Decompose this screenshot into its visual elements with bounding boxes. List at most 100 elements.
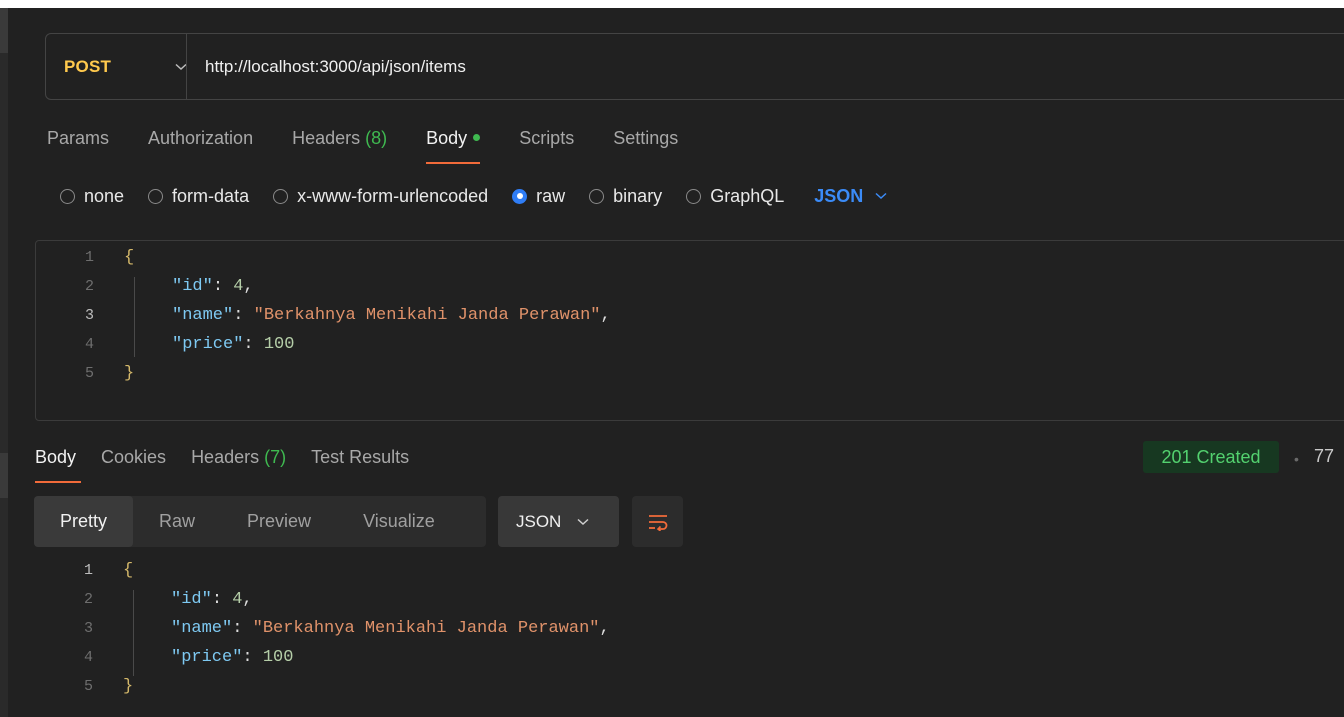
json-punc: , <box>599 619 610 638</box>
code-text: "name": "Berkahnya Menikahi Janda Perawa… <box>171 619 610 638</box>
code-line: 2 "id": 4, <box>36 272 254 301</box>
response-time[interactable]: 77 <box>1314 446 1334 467</box>
left-gutter <box>0 8 8 717</box>
gutter-mark <box>0 8 8 53</box>
json-key: "name" <box>172 306 234 325</box>
tab-response-headers[interactable]: Headers (7) <box>191 443 286 483</box>
code-text: { <box>124 248 135 267</box>
code-text: "price": 100 <box>171 648 294 667</box>
radio-icon <box>60 188 75 204</box>
code-text: "id": 4, <box>172 277 254 296</box>
tab-settings[interactable]: Settings <box>613 124 678 164</box>
option-label: GraphQL <box>710 185 785 206</box>
code-line: 3 "name": "Berkahnya Menikahi Janda Pera… <box>35 614 610 643</box>
line-number: 1 <box>83 562 93 579</box>
request-body-editor[interactable]: 1 { 2 "id": 4, 3 "name": "Berkahnya Meni… <box>35 240 1344 421</box>
json-punc: , <box>600 306 611 325</box>
url-divider <box>186 33 187 100</box>
response-body-viewer[interactable]: 1 { 2 "id": 4, 3 "name": "Berkahnya Meni… <box>35 556 1344 716</box>
option-label: binary <box>613 185 663 206</box>
code-line: 3 "name": "Berkahnya Menikahi Janda Pera… <box>36 301 611 330</box>
radio-icon <box>686 188 702 204</box>
json-key: "id" <box>172 277 213 296</box>
code-text: "name": "Berkahnya Menikahi Janda Perawa… <box>172 306 611 325</box>
tab-label: Scripts <box>519 128 575 148</box>
modified-dot-icon <box>473 133 481 141</box>
status-badge[interactable]: 201 Created <box>1143 441 1279 473</box>
json-punc: , <box>242 590 253 609</box>
tab-label: Authorization <box>148 128 254 148</box>
code-text: } <box>123 677 134 696</box>
line-number: 1 <box>84 249 94 266</box>
tab-params[interactable]: Params <box>47 124 109 164</box>
wrap-lines-icon <box>648 514 667 531</box>
radio-icon <box>589 188 605 204</box>
json-key: "price" <box>172 335 244 354</box>
response-tabs: Body Cookies Headers (7) Test Results <box>35 443 434 483</box>
json-key: "price" <box>171 648 243 667</box>
option-label: form-data <box>172 185 250 206</box>
json-value: "Berkahnya Menikahi Janda Perawan" <box>253 306 601 325</box>
tab-count: (8) <box>365 128 388 148</box>
line-number: 3 <box>84 307 94 324</box>
window-top-edge <box>0 0 1344 8</box>
tab-count: (7) <box>264 447 287 467</box>
line-number: 2 <box>83 591 93 608</box>
tab-test-results[interactable]: Test Results <box>311 443 409 483</box>
code-line: 1 { <box>35 556 133 585</box>
code-text: "id": 4, <box>171 590 253 609</box>
status-separator: • <box>1294 451 1299 467</box>
view-preview[interactable]: Preview <box>221 496 337 547</box>
body-type-none[interactable]: none <box>60 186 124 207</box>
request-tabs: Params Authorization Headers (8) Body Sc… <box>47 124 717 164</box>
wrap-lines-button[interactable] <box>632 496 683 547</box>
tab-label: Settings <box>613 128 679 148</box>
tab-body[interactable]: Body <box>426 124 481 164</box>
body-type-raw[interactable]: raw <box>512 186 565 207</box>
raw-format-select[interactable]: JSON <box>814 186 887 207</box>
line-number: 5 <box>84 365 94 382</box>
line-number: 2 <box>84 278 94 295</box>
tab-label: Params <box>47 128 110 148</box>
tab-label: Body <box>35 447 77 467</box>
tab-scripts[interactable]: Scripts <box>519 124 574 164</box>
request-url-bar: POST <box>45 33 1344 100</box>
view-raw[interactable]: Raw <box>133 496 221 547</box>
json-key: "name" <box>171 619 233 638</box>
url-input[interactable] <box>205 56 1105 77</box>
body-type-binary[interactable]: binary <box>589 186 662 207</box>
json-value: 4 <box>233 277 244 296</box>
line-number: 4 <box>84 336 94 353</box>
tab-label: Headers <box>191 447 260 467</box>
view-visualize[interactable]: Visualize <box>337 496 461 547</box>
view-pretty[interactable]: Pretty <box>34 496 134 547</box>
json-value: 100 <box>262 648 294 667</box>
body-type-graphql[interactable]: GraphQL <box>686 186 784 207</box>
tab-authorization[interactable]: Authorization <box>148 124 253 164</box>
code-line: 2 "id": 4, <box>35 585 253 614</box>
method-select[interactable]: POST <box>46 34 187 99</box>
code-line: 1 { <box>36 243 134 272</box>
body-type-form-data[interactable]: form-data <box>148 186 249 207</box>
tab-headers[interactable]: Headers (8) <box>292 124 387 164</box>
code-line: 5 } <box>36 359 134 388</box>
line-number: 3 <box>83 620 93 637</box>
option-label: x-www-form-urlencoded <box>297 185 489 206</box>
chevron-down-icon <box>875 189 887 203</box>
tab-response-cookies[interactable]: Cookies <box>101 443 166 483</box>
radio-icon <box>273 188 289 204</box>
option-label: raw <box>536 185 566 206</box>
tab-label: Headers <box>292 128 361 148</box>
tab-label: Body <box>426 128 468 148</box>
body-type-urlencoded[interactable]: x-www-form-urlencoded <box>273 186 488 207</box>
response-view-switcher: Pretty Raw Preview Visualize <box>34 496 486 547</box>
format-label: JSON <box>516 511 562 531</box>
json-key: "id" <box>171 590 212 609</box>
chevron-down-icon <box>577 515 589 529</box>
code-line: 4 "price": 100 <box>35 643 293 672</box>
tab-response-body[interactable]: Body <box>35 443 82 483</box>
json-value: 4 <box>232 590 243 609</box>
gutter-mark <box>0 453 8 498</box>
response-format-select[interactable]: JSON <box>498 496 619 547</box>
option-label: none <box>84 185 125 206</box>
